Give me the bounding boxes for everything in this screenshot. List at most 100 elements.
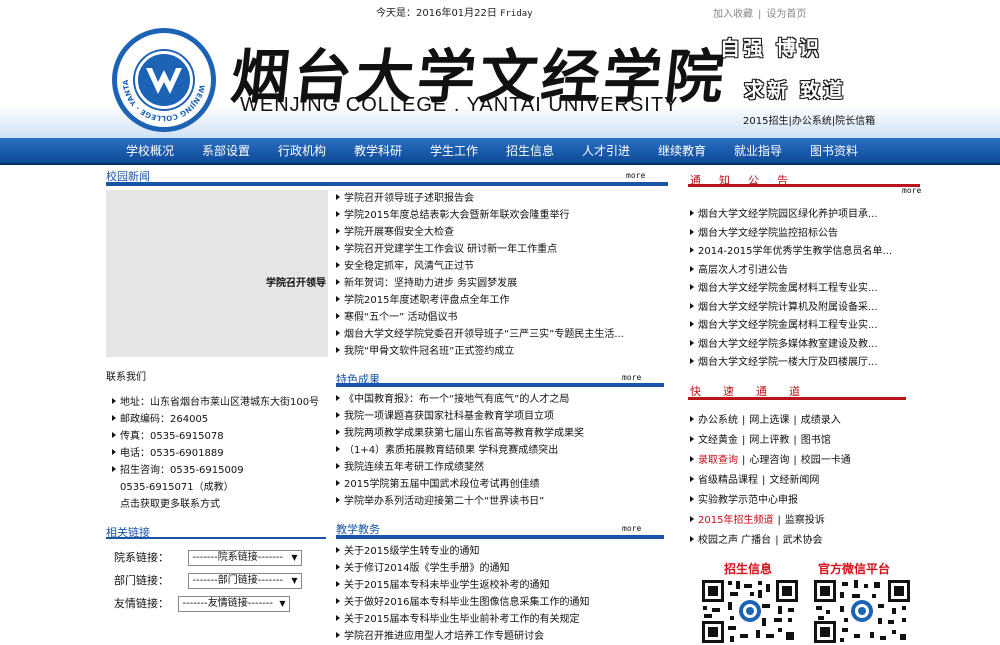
news-item[interactable]: 学院召开党建学生工作会议 研讨新一年工作重点 bbox=[336, 241, 666, 258]
news-slideshow-image[interactable]: 学院召开领导 bbox=[106, 190, 328, 357]
notice-item-label: 2014-2015学年优秀学生教学信息员名单... bbox=[698, 246, 893, 257]
notice-item[interactable]: 烟台大学文经学院金属材料工程专业实... bbox=[690, 280, 902, 299]
notice-item[interactable]: 烟台大学文经学院园区绿化养护项目承... bbox=[690, 206, 902, 225]
teaching-item-label: 关于2015届本专科未毕业学生返校补考的通知 bbox=[344, 580, 550, 591]
nav-item-recruitment[interactable]: 人才引进 bbox=[568, 138, 644, 165]
nav-item-about[interactable]: 学校概况 bbox=[112, 138, 188, 165]
contact-address: 地址：山东省烟台市莱山区港城东大街100号 bbox=[112, 394, 319, 411]
quick-link-admission-channel[interactable]: 2015年招生频道 bbox=[698, 515, 773, 526]
set-home-link[interactable]: 设为首页 bbox=[766, 9, 806, 20]
news-item[interactable]: 烟台大学文经学院党委召开领导班子“三严三实”专题民主生活... bbox=[336, 326, 666, 343]
bullet-arrow-icon bbox=[112, 432, 116, 438]
featured-item[interactable]: 2015学院第五届中国武术段位考试再创佳绩 bbox=[336, 476, 666, 493]
bullet-arrow-icon bbox=[336, 279, 340, 285]
notice-item[interactable]: 烟台大学文经学院监控招标公告 bbox=[690, 225, 902, 244]
office-link-label: 部门链接： bbox=[114, 574, 169, 587]
news-item[interactable]: 学院召开领导班子述职报告会 bbox=[336, 190, 666, 207]
featured-item[interactable]: （1+4）素质拓展教育结硕果 学科竞赛成绩突出 bbox=[336, 442, 666, 459]
quick-link-lab-center[interactable]: 实验教学示范中心申报 bbox=[698, 495, 798, 506]
teaching-item-label: 关于2015级学生转专业的通知 bbox=[344, 546, 480, 557]
dept-link-select[interactable]: -------院系链接------- ▼ bbox=[187, 550, 302, 566]
quick-links-list: 办公系统 | 网上选课 | 成绩录入 文经黄金 | 网上评教 | 图书馆 录取查询 | 心理咨询 | 校… bbox=[690, 411, 851, 551]
nav-item-continuing-education[interactable]: 继续教育 bbox=[644, 138, 720, 165]
notice-item[interactable]: 烟台大学文经学院一楼大厅及四楼展厅... bbox=[690, 354, 902, 373]
teaching-item[interactable]: 关于2015届本专科未毕业学生返校补考的通知 bbox=[336, 577, 666, 594]
notice-item[interactable]: 烟台大学文经学院多媒体教室建设及教... bbox=[690, 336, 902, 355]
notice-item-label: 烟台大学文经学院园区绿化养护项目承... bbox=[698, 209, 878, 220]
bullet-arrow-icon bbox=[690, 476, 694, 482]
nav-item-student-affairs[interactable]: 学生工作 bbox=[416, 138, 492, 165]
bullet-arrow-icon bbox=[336, 228, 340, 234]
bullet-arrow-icon bbox=[690, 416, 694, 422]
add-favorite-link[interactable]: 加入收藏 bbox=[713, 9, 753, 20]
bullet-arrow-icon bbox=[690, 456, 694, 462]
nav-item-administration[interactable]: 行政机构 bbox=[264, 138, 340, 165]
bullet-arrow-icon bbox=[690, 321, 694, 327]
college-logo[interactable]: WENJING COLLEGE · YANTAI UNIVERSITY bbox=[112, 28, 216, 132]
teaching-item[interactable]: 关于修订2014版《学生手册》的通知 bbox=[336, 560, 666, 577]
notice-item-label: 烟台大学文经学院多媒体教室建设及教... bbox=[698, 338, 878, 350]
contact-label: 电话：0535-6901889 bbox=[120, 448, 224, 459]
news-item[interactable]: 安全稳定抓牢，风清气正过节 bbox=[336, 258, 666, 275]
quick-link-wenjing-gold[interactable]: 文经黄金 bbox=[698, 435, 738, 446]
teaching-item[interactable]: 关于2015级学生转专业的通知 bbox=[336, 543, 666, 560]
quick-link-counseling[interactable]: 心理咨询 bbox=[749, 455, 789, 466]
office-link-select[interactable]: -------部门链接------- ▼ bbox=[187, 573, 302, 589]
featured-item[interactable]: 我院连续五年考研工作成绩斐然 bbox=[336, 459, 666, 476]
teaching-item[interactable]: 学院召开推进应用型人才培养工作专题研讨会 bbox=[336, 628, 666, 645]
admission-qr-code[interactable] bbox=[700, 578, 800, 645]
bullet-arrow-icon bbox=[336, 581, 340, 587]
quick-link-grade-entry[interactable]: 成绩录入 bbox=[801, 415, 841, 426]
nav-item-career[interactable]: 就业指导 bbox=[720, 138, 796, 165]
notice-item[interactable]: 烟台大学文经学院金属材料工程专业实... bbox=[690, 317, 902, 336]
top-quick-links: 加入收藏 | 设为首页 bbox=[713, 5, 806, 20]
quick-link-library[interactable]: 图书馆 bbox=[801, 435, 831, 446]
quick-link-martial-arts[interactable]: 武术协会 bbox=[783, 535, 823, 546]
campus-news-more-link[interactable]: more bbox=[626, 171, 645, 180]
featured-item[interactable]: 我院两项教学成果获第七届山东省高等教育教学成果奖 bbox=[336, 425, 666, 442]
contact-more-link[interactable]: 点击获取更多联系方式 bbox=[112, 496, 319, 513]
quick-row: 省级精品课程 | 文经新闻网 bbox=[690, 471, 851, 491]
news-item[interactable]: 寒假“五个一” 活动倡议书 bbox=[336, 309, 666, 326]
featured-more-link[interactable]: more bbox=[622, 373, 641, 382]
featured-item[interactable]: 《中国教育报》：布一个“接地气有底气”的人才之局 bbox=[336, 391, 666, 408]
friend-link-select[interactable]: -------友情链接------- ▼ bbox=[177, 596, 290, 612]
teaching-more-link[interactable]: more bbox=[622, 524, 641, 533]
news-item[interactable]: 我院“甲骨文软件冠名班”正式签约成立 bbox=[336, 343, 666, 360]
quick-link-news-site[interactable]: 文经新闻网 bbox=[769, 475, 819, 486]
quick-link-complaints[interactable]: 监察投诉 bbox=[785, 515, 825, 526]
nav-item-departments[interactable]: 系部设置 bbox=[188, 138, 264, 165]
featured-item[interactable]: 我院一项课题喜获国家社科基金教育学项目立项 bbox=[336, 408, 666, 425]
quick-link-admission-query[interactable]: 录取查询 bbox=[698, 455, 738, 466]
news-item-label: 学院开展寒假安全大检查 bbox=[344, 227, 454, 238]
news-item[interactable]: 学院2015年度总结表彰大会暨新年联欢会隆重举行 bbox=[336, 207, 666, 224]
notices-rule bbox=[688, 184, 920, 187]
featured-item[interactable]: 学院举办系列活动迎接第二十个“世界读书日” bbox=[336, 493, 666, 510]
news-item-label: 学院召开党建学生工作会议 研讨新一年工作重点 bbox=[344, 244, 558, 255]
dept-link-row: 院系链接： -------院系链接------- ▼ bbox=[114, 549, 302, 566]
teaching-item[interactable]: 关于2015届本专科毕业生毕业前补考工作的有关规定 bbox=[336, 611, 666, 628]
nav-item-admissions[interactable]: 招生信息 bbox=[492, 138, 568, 165]
nav-item-library[interactable]: 图书资料 bbox=[796, 138, 872, 165]
notices-more-link[interactable]: more bbox=[902, 186, 921, 195]
quick-link-campus-card[interactable]: 校园一卡通 bbox=[801, 455, 851, 466]
wechat-qr-code[interactable] bbox=[812, 578, 912, 645]
bullet-arrow-icon bbox=[336, 446, 340, 452]
main-nav: 学校概况 系部设置 行政机构 教学科研 学生工作 招生信息 人才引进 继续教育 … bbox=[0, 138, 1000, 165]
header-quick-links[interactable]: 2015招生|办公系统|院长信箱 bbox=[743, 112, 875, 127]
quick-row: 2015年招生频道 | 监察投诉 bbox=[690, 511, 851, 531]
quick-link-office-system[interactable]: 办公系统 bbox=[698, 415, 738, 426]
notice-item[interactable]: 2014-2015学年优秀学生教学信息员名单... bbox=[690, 243, 902, 262]
notice-item[interactable]: 烟台大学文经学院计算机及附属设备采... bbox=[690, 299, 902, 318]
news-item[interactable]: 学院2015年度述职考评盘点全年工作 bbox=[336, 292, 666, 309]
news-item[interactable]: 新年贺词：坚持助力进步 务实圆梦发展 bbox=[336, 275, 666, 292]
teaching-item[interactable]: 关于做好2016届本专科毕业生图像信息采集工作的通知 bbox=[336, 594, 666, 611]
quick-link-radio[interactable]: 校园之声 广播台 bbox=[698, 535, 771, 546]
quick-link-course-selection[interactable]: 网上选课 bbox=[749, 415, 789, 426]
friend-link-row: 友情链接： -------友情链接------- ▼ bbox=[114, 595, 290, 612]
notice-item[interactable]: 高层次人才引进公告 bbox=[690, 262, 902, 281]
nav-item-teaching-research[interactable]: 教学科研 bbox=[340, 138, 416, 165]
quick-link-quality-courses[interactable]: 省级精品课程 bbox=[698, 475, 758, 486]
news-item[interactable]: 学院开展寒假安全大检查 bbox=[336, 224, 666, 241]
quick-link-teaching-evaluation[interactable]: 网上评教 bbox=[749, 435, 789, 446]
